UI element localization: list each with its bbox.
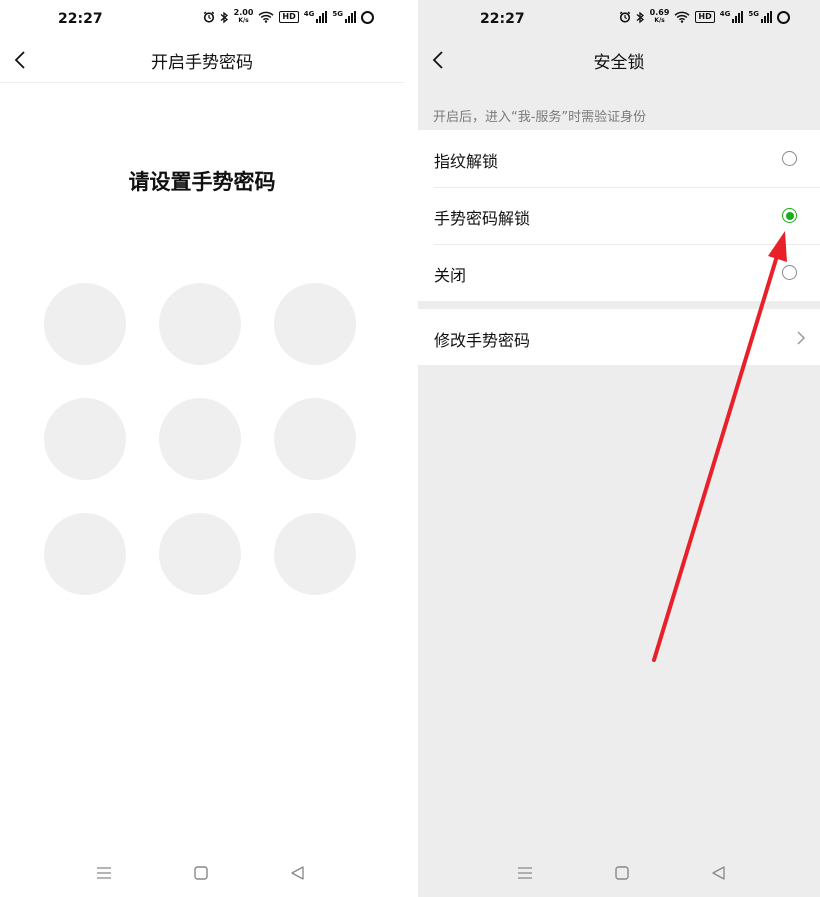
page-title: 开启手势密码	[151, 53, 253, 73]
option-label: 手势密码解锁	[434, 209, 531, 228]
network-speed: 2.00 K/s	[234, 9, 254, 25]
page-title: 安全锁	[593, 53, 645, 73]
option-label: 关闭	[434, 266, 467, 285]
status-bar: 22:27 0.69 K/s HD 4G 5G	[418, 0, 820, 40]
modify-label: 修改手势密码	[434, 331, 531, 350]
pattern-dot[interactable]	[159, 398, 241, 480]
system-navigation-bar	[0, 863, 404, 883]
alarm-icon	[203, 11, 215, 23]
bluetooth-icon	[636, 11, 645, 24]
signal-icon: 5G	[332, 11, 356, 23]
pattern-dot[interactable]	[274, 283, 356, 365]
status-time: 22:27	[58, 11, 103, 27]
chevron-right-icon	[796, 330, 806, 346]
network-type: 4G	[303, 10, 315, 18]
option-label: 指纹解锁	[434, 152, 499, 171]
speed-unit: K/s	[238, 17, 249, 24]
hd-badge: HD	[279, 11, 299, 23]
alarm-icon	[619, 11, 631, 23]
pattern-dot[interactable]	[44, 283, 126, 365]
battery-ring-icon	[777, 10, 790, 24]
option-off[interactable]: 关闭	[418, 244, 820, 301]
gesture-prompt: 请设置手势密码	[128, 170, 276, 194]
navigation-bar: 安全锁	[418, 38, 820, 82]
option-fingerprint-unlock[interactable]: 指纹解锁	[418, 130, 820, 187]
network-speed: 0.69 K/s	[650, 9, 670, 25]
pattern-dot[interactable]	[274, 513, 356, 595]
pattern-dot[interactable]	[44, 513, 126, 595]
home-icon[interactable]	[191, 863, 211, 883]
pattern-dot[interactable]	[159, 513, 241, 595]
gesture-password-setup-screen: 22:27 2.00 K/s HD 4G 5G 开启手势密码 请设置手势密码	[0, 0, 404, 897]
pattern-dot[interactable]	[274, 398, 356, 480]
modify-gesture-password-row[interactable]: 修改手势密码	[418, 309, 820, 365]
radio-button[interactable]	[782, 151, 797, 166]
status-icons: 2.00 K/s HD 4G 5G	[203, 9, 374, 25]
lock-hint-text: 开启后，进入“我-服务”时需验证身份	[433, 110, 647, 125]
status-bar: 22:27 2.00 K/s HD 4G 5G	[0, 0, 404, 40]
radio-button-selected[interactable]	[782, 208, 797, 223]
speed-value: 0.69	[649, 8, 670, 17]
signal-icon: 4G	[720, 11, 744, 23]
home-icon[interactable]	[612, 863, 632, 883]
navigation-bar: 开启手势密码	[0, 38, 404, 83]
status-time: 22:27	[480, 11, 525, 27]
bluetooth-icon	[220, 11, 229, 24]
battery-ring-icon	[361, 10, 374, 24]
back-triangle-icon[interactable]	[709, 863, 729, 883]
wifi-icon	[674, 11, 690, 23]
status-icons: 0.69 K/s HD 4G 5G	[619, 9, 790, 25]
radio-button[interactable]	[782, 265, 797, 280]
lock-options-group: 指纹解锁 手势密码解锁 关闭	[418, 130, 820, 301]
security-lock-screen: 22:27 0.69 K/s HD 4G 5G 安全锁 开启后，进入“我-服务”…	[418, 0, 820, 897]
back-triangle-icon[interactable]	[288, 863, 308, 883]
menu-icon[interactable]	[94, 863, 114, 883]
system-navigation-bar	[418, 863, 820, 883]
hd-badge: HD	[695, 11, 715, 23]
option-gesture-unlock[interactable]: 手势密码解锁	[418, 187, 820, 244]
wifi-icon	[258, 11, 274, 23]
modify-group: 修改手势密码	[418, 309, 820, 365]
network-type: 5G	[748, 10, 759, 18]
signal-icon: 5G	[748, 11, 772, 23]
speed-value: 2.00	[233, 8, 254, 17]
pattern-dot[interactable]	[159, 283, 241, 365]
signal-icon: 4G	[304, 11, 328, 23]
network-type: 4G	[719, 10, 731, 18]
screenshot-divider	[404, 0, 418, 897]
pattern-dot[interactable]	[44, 398, 126, 480]
menu-icon[interactable]	[515, 863, 535, 883]
network-type: 5G	[332, 10, 343, 18]
speed-unit: K/s	[654, 17, 665, 24]
